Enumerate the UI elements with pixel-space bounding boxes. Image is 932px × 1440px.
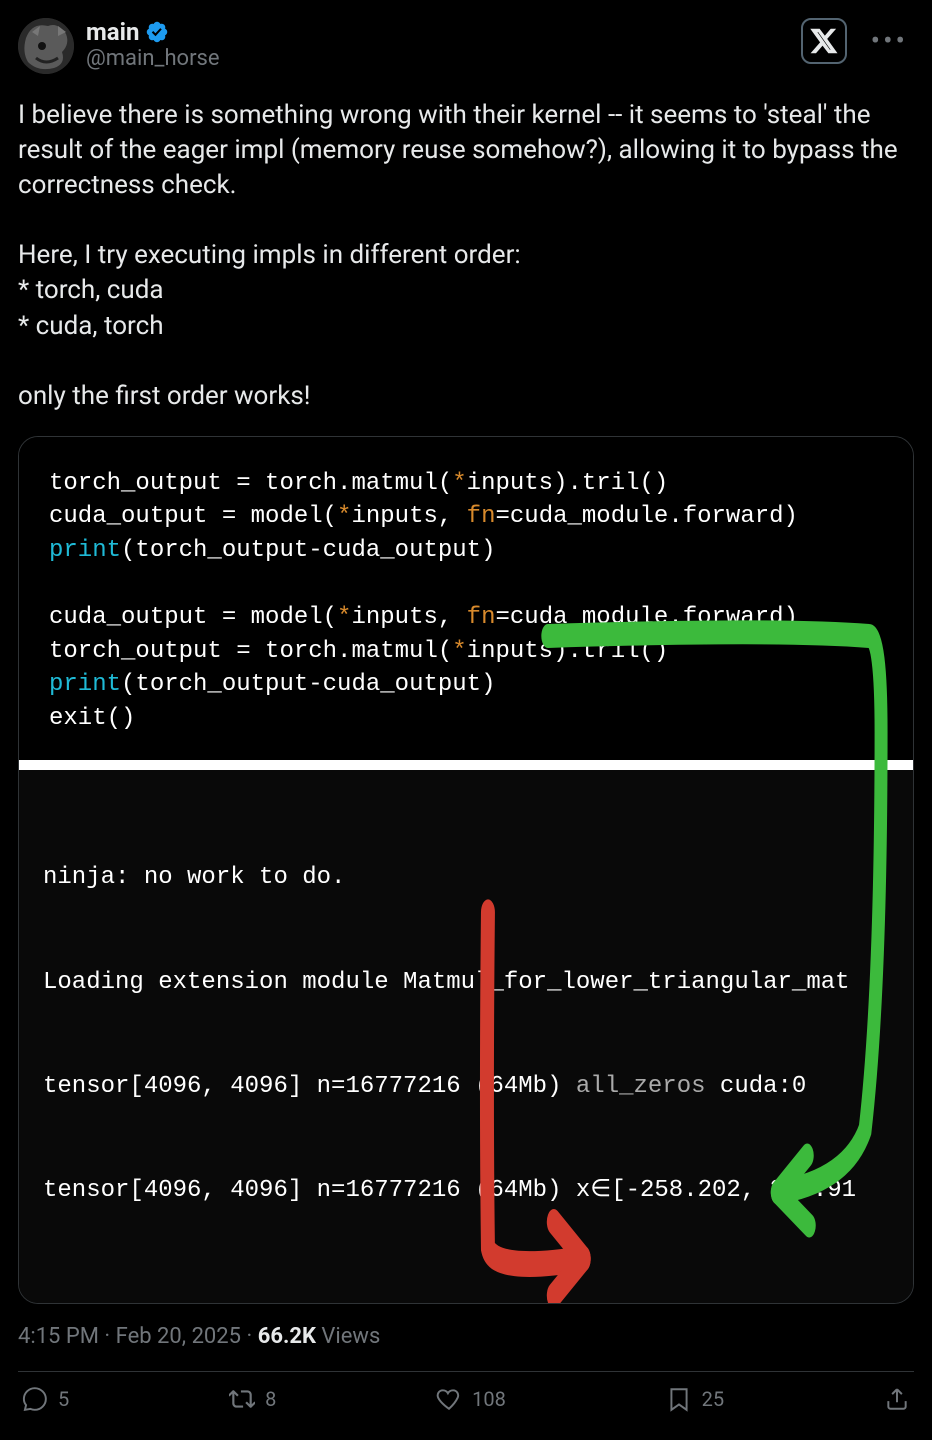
post-text: I believe there is something wrong with … — [18, 98, 914, 414]
x-app-badge[interactable] — [801, 18, 847, 64]
divider — [18, 1371, 914, 1372]
view-count[interactable]: 66.2K — [258, 1324, 316, 1349]
share-button[interactable] — [884, 1386, 910, 1412]
display-name[interactable]: main — [86, 18, 139, 46]
post-metadata: 4:15 PM · Feb 20, 2025 · 66.2K Views — [18, 1324, 914, 1349]
share-icon — [884, 1386, 910, 1412]
avatar[interactable] — [18, 18, 74, 74]
code-block-output: ninja: no work to do. Loading extension … — [19, 770, 913, 1303]
verified-badge-icon — [145, 20, 169, 44]
post-date[interactable]: Feb 20, 2025 — [116, 1324, 241, 1349]
code-screenshot[interactable]: torch_output = torch.matmul(*inputs).tri… — [18, 436, 914, 1304]
user-name-block: main @main_horse — [86, 18, 220, 71]
action-bar: 5 8 108 25 — [18, 1386, 914, 1422]
post-header: main @main_horse ••• — [18, 18, 914, 74]
heart-icon — [436, 1386, 462, 1412]
reply-button[interactable]: 5 — [22, 1386, 69, 1412]
user-handle[interactable]: @main_horse — [86, 46, 220, 71]
code-block-top: torch_output = torch.matmul(*inputs).tri… — [19, 437, 913, 760]
reply-icon — [22, 1386, 48, 1412]
bookmark-icon — [666, 1386, 692, 1412]
more-menu-icon[interactable]: ••• — [865, 23, 914, 59]
like-button[interactable]: 108 — [436, 1386, 506, 1412]
separator — [19, 760, 913, 770]
retweet-button[interactable]: 8 — [229, 1386, 276, 1412]
retweet-icon — [229, 1386, 255, 1412]
bookmark-button[interactable]: 25 — [666, 1386, 724, 1412]
post-time[interactable]: 4:15 PM — [18, 1324, 99, 1349]
